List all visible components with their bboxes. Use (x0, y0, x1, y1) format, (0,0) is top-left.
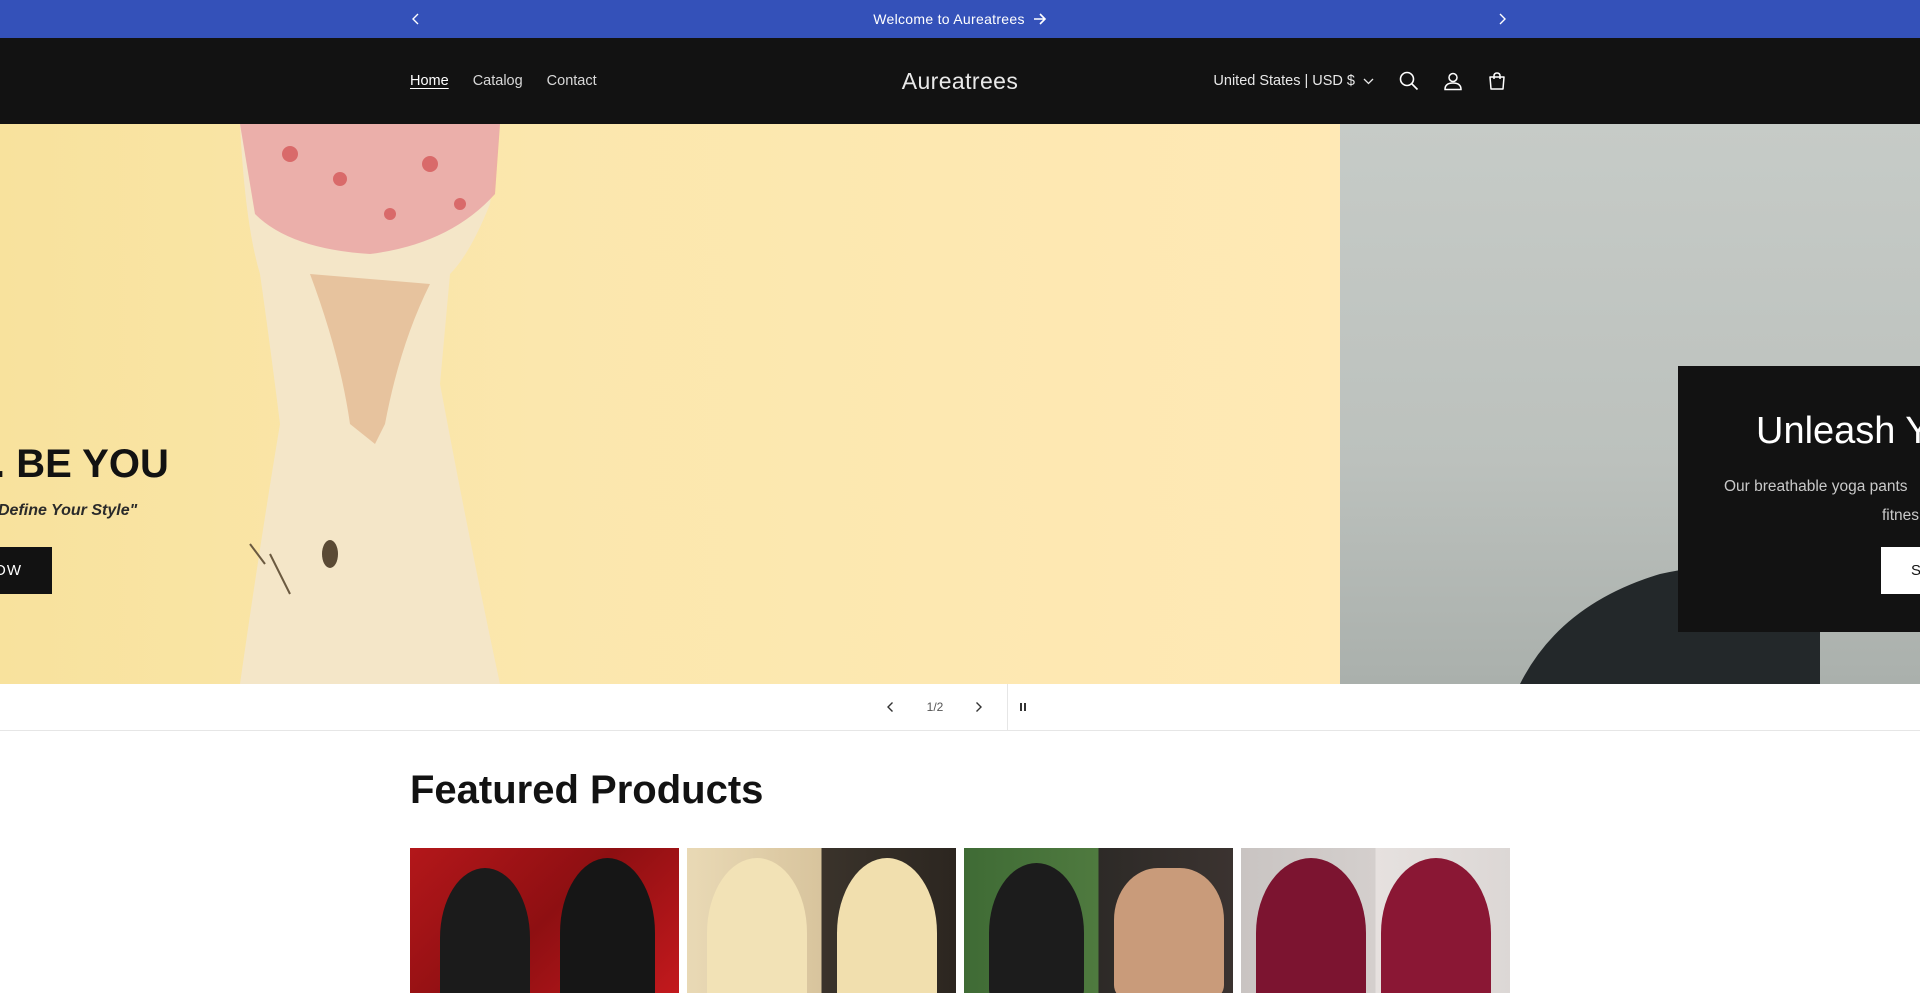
featured-products-title: Featured Products (410, 768, 764, 812)
announcement-message[interactable]: Welcome to Aureatrees (0, 0, 1920, 38)
country-selector-label: United States | USD $ (1213, 73, 1355, 89)
hero-slide-1-subheading: Define Your Style" (0, 502, 138, 519)
hero-slide-2-text-line1: Our breathable yoga pants (1724, 478, 1908, 495)
nav-contact[interactable]: Contact (547, 73, 597, 89)
chevron-left-icon (886, 702, 893, 712)
country-selector[interactable]: United States | USD $ (1213, 73, 1374, 89)
nav-catalog[interactable]: Catalog (473, 73, 523, 89)
hero-slide-1-heading: . BE YOU (0, 442, 169, 486)
product-image (707, 858, 807, 993)
product-image (989, 863, 1084, 993)
announcement-next-button[interactable] (1490, 0, 1514, 38)
product-image (1381, 858, 1491, 993)
product-image (1114, 868, 1224, 993)
product-card[interactable] (964, 848, 1233, 993)
user-icon (1444, 72, 1462, 91)
pause-icon (1020, 703, 1026, 711)
slider-controls-divider (1007, 684, 1008, 730)
site-logo[interactable]: Aureatrees (0, 38, 1920, 124)
search-button[interactable] (1394, 66, 1424, 96)
slide-prev-button[interactable] (876, 684, 904, 730)
hero-model-image (240, 124, 500, 684)
search-icon (1399, 71, 1419, 91)
account-button[interactable] (1438, 66, 1468, 96)
hero-slide-2-heading: Unleash Y (1756, 410, 1920, 452)
product-image (440, 868, 530, 993)
site-header: Home Catalog Contact Aureatrees United S… (0, 38, 1920, 124)
slider-controls: 1/2 (0, 684, 1920, 731)
product-card[interactable] (410, 848, 679, 993)
cart-button[interactable] (1482, 66, 1512, 96)
chevron-right-icon (975, 702, 982, 712)
announcement-bar: Welcome to Aureatrees (0, 0, 1920, 38)
cart-icon (1489, 72, 1505, 90)
arrow-right-icon (1033, 13, 1046, 25)
slide-next-button[interactable] (964, 684, 992, 730)
main-nav: Home Catalog Contact (410, 38, 597, 124)
chevron-right-icon (1499, 13, 1506, 25)
hero-slider: . BE YOU Define Your Style" OW Unleash Y… (0, 124, 1920, 684)
announcement-text[interactable]: Welcome to Aureatrees (873, 11, 1025, 27)
chevron-down-icon (1363, 78, 1374, 84)
product-card[interactable] (687, 848, 956, 993)
hero-slide-2-text-line2: fitnes (1882, 507, 1920, 524)
hero-slide-2-text: Our breathable yoga pants fitnes (1724, 472, 1920, 530)
hero-slide-2-shop-button[interactable]: S (1881, 547, 1920, 594)
slide-pause-button[interactable] (1010, 684, 1036, 730)
nav-home[interactable]: Home (410, 73, 449, 89)
product-image (560, 858, 655, 993)
hero-slide-1-shop-button[interactable]: OW (0, 547, 52, 594)
product-image (1256, 858, 1366, 993)
product-image (837, 858, 937, 993)
slide-counter: 1/2 (926, 700, 944, 714)
hero-slide-1: . BE YOU Define Your Style" OW (0, 124, 1340, 684)
header-actions: United States | USD $ (1213, 38, 1512, 124)
featured-products-grid (410, 848, 1510, 993)
product-card[interactable] (1241, 848, 1510, 993)
